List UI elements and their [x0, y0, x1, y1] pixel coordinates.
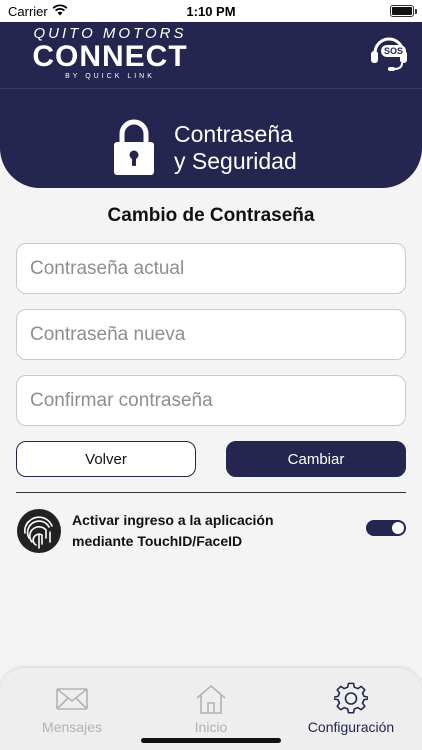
section-title: Contraseña y Seguridad [174, 121, 297, 174]
fingerprint-icon [17, 509, 61, 553]
new-password-field[interactable] [16, 309, 406, 360]
tab-settings[interactable]: Configuración [281, 682, 421, 735]
lock-icon [114, 119, 154, 175]
section-banner: Contraseña y Seguridad [0, 88, 422, 188]
tab-messages[interactable]: Mensajes [2, 682, 142, 735]
current-password-field[interactable] [16, 243, 406, 294]
divider [16, 492, 406, 493]
tab-home-label: Inicio [194, 719, 228, 735]
app-header: QUITO MOTORS CONNECT BY QUICK LINK SOS [0, 22, 422, 88]
biometric-label: Activar ingreso a la aplicación mediante… [72, 512, 274, 549]
status-bar: Carrier 1:10 PM [0, 0, 422, 22]
back-button[interactable]: Volver [16, 441, 196, 477]
home-icon [196, 685, 226, 714]
biometric-toggle[interactable] [366, 520, 406, 536]
sos-button[interactable]: SOS [368, 31, 410, 73]
envelope-icon [56, 688, 88, 710]
gear-icon [334, 682, 368, 714]
status-time: 1:10 PM [186, 4, 236, 19]
logo-sub-text: BY QUICK LINK [65, 73, 155, 80]
tab-messages-label: Mensajes [42, 719, 102, 735]
tab-home[interactable]: Inicio [141, 682, 281, 735]
tab-settings-label: Configuración [307, 719, 395, 735]
toggle-knob [392, 522, 404, 534]
app-logo: QUITO MOTORS CONNECT BY QUICK LINK [30, 25, 190, 80]
logo-main-text: CONNECT [32, 40, 188, 73]
battery-icon [390, 5, 417, 17]
confirm-password-field[interactable] [16, 375, 406, 426]
sos-label: SOS [381, 45, 407, 57]
home-indicator [141, 738, 281, 743]
change-button[interactable]: Cambiar [226, 441, 406, 477]
form-title: Cambio de Contraseña [107, 205, 315, 226]
